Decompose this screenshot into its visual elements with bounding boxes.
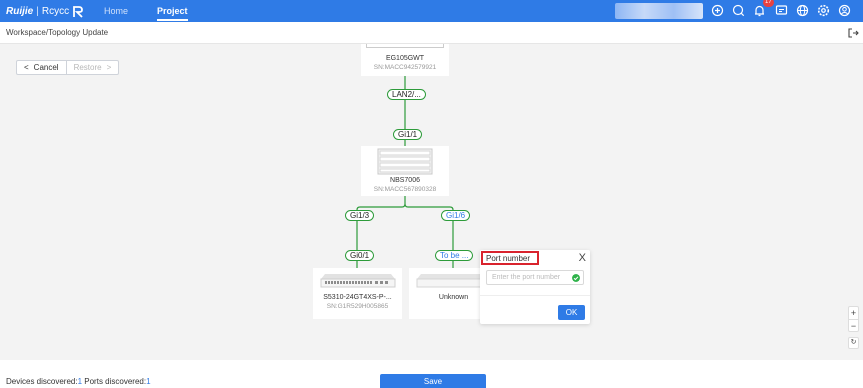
port-label-core-right[interactable]: Gi1/6 [441, 210, 471, 221]
brand-name: Ruijie [6, 5, 34, 17]
restore-button[interactable]: Restore > [67, 61, 119, 74]
restore-label: Restore [73, 63, 102, 72]
fit-view-icon[interactable]: ↻ [848, 337, 859, 349]
port-number-input[interactable]: Enter the port number [486, 270, 584, 285]
port-label-unknown-up[interactable]: To be ... [435, 250, 474, 261]
cancel-button[interactable]: < Cancel [17, 61, 67, 74]
add-circle-icon[interactable] [710, 3, 725, 18]
account-info-blurred [615, 3, 703, 19]
product-name: Rcycc [41, 5, 70, 17]
sub-header: Workspace/Topology Update [0, 22, 863, 44]
device-image [366, 44, 444, 48]
nav-home[interactable]: Home [104, 0, 128, 22]
port-label-core-up[interactable]: Gi1/1 [393, 129, 423, 140]
chassis-switch-image [377, 148, 433, 175]
top-navigation-bar: Ruijie | Rcycc Home Project 17 [0, 0, 863, 22]
device-sn: SN:MACC567890328 [373, 186, 437, 193]
device-gateway[interactable]: EG105GWT SN:MACC942579921 [361, 44, 449, 76]
zoom-out-button[interactable]: − [849, 319, 858, 332]
footer-bar: Devices discovered:1 Ports discovered:1 … [0, 360, 863, 388]
popup-title: Port number [481, 251, 539, 265]
devices-discovered-label: Devices discovered: [6, 377, 78, 386]
switch-image [320, 274, 395, 288]
notification-badge: 17 [763, 0, 774, 7]
device-access-switch[interactable]: S5310-24GT4XS-P-... SN:G1R529H005865 [313, 268, 402, 319]
chevron-right-icon: > [106, 63, 112, 72]
exit-icon[interactable] [847, 27, 859, 39]
check-icon [572, 274, 580, 282]
brand-separator: | [36, 5, 39, 17]
close-icon[interactable]: X [579, 252, 586, 264]
topology-canvas[interactable]: < Cancel Restore > EG105GWT SN:MACC9425799… [0, 44, 863, 360]
gear-icon[interactable] [816, 3, 831, 18]
ports-discovered-count: 1 [146, 377, 151, 386]
device-core[interactable]: NBS7006 SN:MACC567890328 [361, 146, 449, 196]
globe-icon[interactable] [795, 3, 810, 18]
zoom-in-button[interactable]: + [849, 307, 858, 319]
port-label-gateway[interactable]: LAN2/... [387, 89, 426, 100]
device-name: NBS7006 [390, 177, 420, 184]
device-name: EG105GWT [385, 55, 425, 62]
device-sn: SN:MACC942579921 [373, 64, 437, 71]
device-sn: SN:G1R529H005865 [326, 303, 389, 310]
ports-discovered-label: Ports discovered: [82, 377, 147, 386]
search-icon[interactable] [731, 3, 746, 18]
device-name: S5310-24GT4XS-P-... [323, 294, 392, 301]
popup-divider [480, 295, 590, 296]
nav-project[interactable]: Project [157, 0, 188, 22]
port-label-access-up[interactable]: Gi0/1 [345, 250, 375, 261]
chevron-left-icon: < [24, 63, 29, 72]
ok-button[interactable]: OK [558, 305, 585, 320]
cancel-label: Cancel [33, 63, 59, 72]
user-avatar-icon[interactable] [837, 3, 852, 18]
save-button[interactable]: Save [380, 374, 486, 388]
history-button-group: < Cancel Restore > [16, 60, 120, 75]
logo-mark-icon [73, 5, 83, 18]
message-icon[interactable] [774, 3, 789, 18]
zoom-controls: + − [848, 306, 859, 332]
discovery-stats: Devices discovered:1 Ports discovered:1 [6, 377, 151, 386]
brand-logo[interactable]: Ruijie | Rcycc [6, 4, 84, 18]
port-label-core-left[interactable]: Gi1/3 [345, 210, 375, 221]
breadcrumb: Workspace/Topology Update [6, 28, 109, 37]
